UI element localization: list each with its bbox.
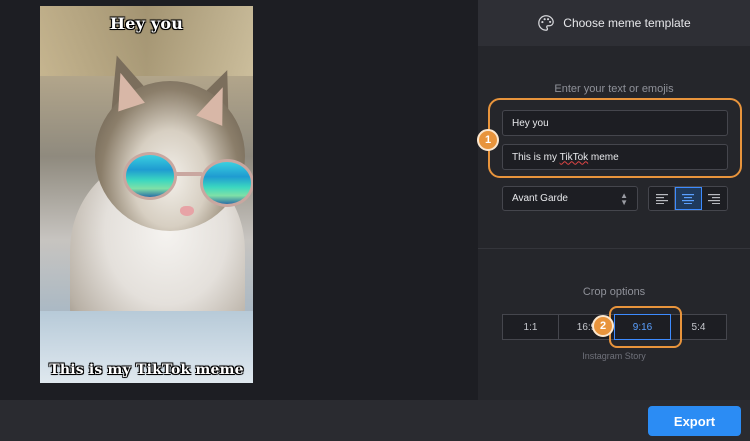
align-center-icon bbox=[681, 193, 694, 204]
crop-1-1-button[interactable]: 1:1 bbox=[502, 314, 559, 340]
meme-editor: Hey you This is my TikTok meme Choose me… bbox=[0, 0, 750, 441]
sunglasses-lens-right bbox=[200, 159, 253, 207]
step-2-badge: 2 bbox=[592, 315, 614, 337]
align-left-icon bbox=[655, 193, 668, 204]
crop-9-16-button[interactable]: 9:16 bbox=[614, 314, 671, 340]
meme-preview: Hey you This is my TikTok meme bbox=[40, 6, 253, 383]
section-divider bbox=[478, 248, 750, 249]
sunglasses-bridge bbox=[175, 172, 203, 176]
align-right-icon bbox=[708, 193, 721, 204]
palette-icon bbox=[538, 15, 555, 31]
step-1-badge: 1 bbox=[477, 129, 499, 151]
footer-bar bbox=[0, 400, 750, 441]
font-select-value: Avant Garde bbox=[512, 193, 568, 204]
cat-nose bbox=[180, 206, 194, 216]
crop-options-group: 1:1 16:9 9:16 5:4 bbox=[502, 314, 749, 340]
crop-section-label: Crop options bbox=[582, 286, 646, 298]
select-caret-icon: ▲ ▼ bbox=[620, 190, 628, 207]
text-section-label: Enter your text or emojis bbox=[554, 83, 674, 95]
align-left-button[interactable] bbox=[649, 187, 676, 210]
canvas-area: Hey you This is my TikTok meme bbox=[0, 0, 478, 400]
align-right-button[interactable] bbox=[701, 187, 727, 210]
meme-top-text: Hey you bbox=[109, 14, 184, 33]
crop-caption: Instagram Story bbox=[582, 351, 646, 361]
text-fields-highlight bbox=[488, 98, 742, 178]
align-center-button[interactable] bbox=[675, 187, 702, 210]
text-align-group bbox=[648, 186, 728, 211]
choose-template-label: Choose meme template bbox=[563, 16, 691, 30]
choose-template-button[interactable]: Choose meme template bbox=[478, 0, 750, 46]
meme-bottom-text: This is my TikTok meme bbox=[49, 362, 244, 378]
sunglasses-lens-left bbox=[123, 152, 177, 200]
export-button[interactable]: Export bbox=[648, 406, 741, 436]
font-select[interactable]: Avant Garde ▲ ▼ bbox=[502, 186, 638, 211]
